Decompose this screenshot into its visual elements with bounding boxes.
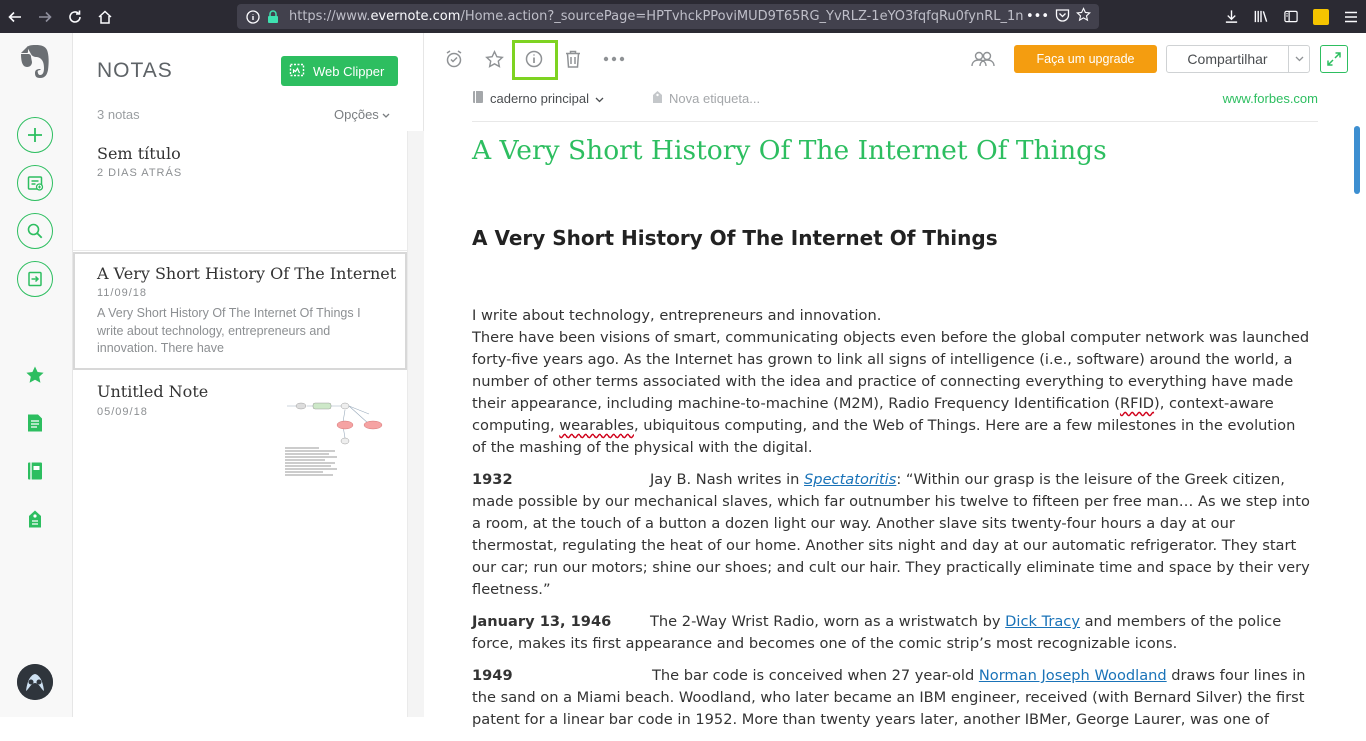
pocket-icon[interactable] [1055, 8, 1070, 26]
entry-link[interactable]: Norman Joseph Woodland [979, 667, 1167, 684]
note-title: A Very Short History Of The Internet [97, 264, 397, 283]
note-title: Untitled Note [97, 382, 209, 401]
timeline-entry: 1932 Jay B. Nash writes in Spectatoritis:… [472, 471, 1310, 598]
tag-placeholder: Nova etiqueta... [669, 91, 761, 106]
note-date: 05/09/18 [97, 406, 148, 418]
tag-input[interactable]: Nova etiqueta... [652, 90, 760, 107]
scrollbar-thumb[interactable] [1354, 126, 1360, 194]
extension-icon[interactable] [1306, 0, 1336, 33]
evernote-logo-icon[interactable] [18, 43, 52, 81]
notes-scrollbar[interactable] [407, 131, 424, 717]
bookmark-star-icon[interactable] [1076, 7, 1091, 26]
share-dropdown-chevron-icon[interactable] [1288, 45, 1310, 73]
sidebar-icon[interactable] [1276, 0, 1306, 33]
list-item[interactable]: Untitled Note 05/09/18 [73, 371, 407, 491]
article-heading: A Very Short History Of The Internet Of … [472, 226, 998, 250]
menu-icon[interactable] [1336, 0, 1366, 33]
options-dropdown[interactable]: Opções [334, 107, 390, 122]
entry-link[interactable]: Spectatoritis [804, 471, 896, 488]
delete-trash-icon[interactable] [561, 47, 585, 71]
info-icon[interactable] [243, 4, 263, 29]
note-info-icon[interactable] [522, 47, 546, 71]
chevron-down-icon [382, 107, 390, 122]
note-title: Sem título [97, 144, 181, 163]
editor-scrollbar[interactable] [1352, 126, 1366, 717]
download-icon[interactable] [1216, 0, 1246, 33]
share-button[interactable]: Compartilhar [1166, 45, 1289, 73]
shortcuts-star-icon[interactable] [17, 357, 53, 393]
notes-list-panel: NOTAS Web Clipper 3 notas Opções Sem tít… [73, 33, 424, 717]
source-url-link[interactable]: www.forbes.com [1223, 91, 1318, 106]
paragraph: I write about technology, entrepreneurs … [472, 307, 882, 324]
url-bar[interactable]: https://www.evernote.com/Home.action?_so… [237, 4, 1099, 29]
note-date: 11/09/18 [97, 287, 148, 299]
back-icon[interactable] [0, 0, 30, 33]
notebook-icon [472, 90, 484, 107]
search-icon[interactable] [17, 213, 53, 249]
entry-link[interactable]: Dick Tracy [1005, 613, 1080, 630]
web-clipper-icon [289, 63, 305, 80]
list-item[interactable]: A Very Short History Of The Internet 11/… [73, 252, 407, 370]
notes-list: Sem título 2 DIAS ATRÁS A Very Short His… [73, 131, 407, 717]
entry-year: 1949 [472, 667, 513, 684]
notebooks-icon[interactable] [17, 453, 53, 489]
options-label: Opções [334, 107, 379, 122]
tag-icon [652, 90, 663, 107]
forward-icon[interactable] [30, 0, 60, 33]
article-body: I write about technology, entrepreneurs … [472, 305, 1312, 741]
app-sidebar [0, 33, 73, 717]
notes-panel-title: NOTAS [97, 59, 173, 82]
web-clipper-label: Web Clipper [313, 63, 385, 79]
upgrade-button[interactable]: Faça um upgrade [1014, 45, 1157, 73]
entry-year: January 13, 1946 [472, 613, 612, 630]
note-title-field[interactable]: A Very Short History Of The Internet Of … [472, 135, 1107, 166]
page-actions-icon[interactable]: ••• [1026, 9, 1049, 24]
lock-icon [263, 4, 283, 29]
reload-icon[interactable] [60, 0, 90, 33]
entry-year: 1932 [472, 471, 513, 488]
notes-icon[interactable] [17, 405, 53, 441]
reminder-icon[interactable] [442, 47, 466, 71]
timeline-entry: 1949 The bar code is conceived when 27 ye… [472, 667, 1306, 728]
tags-icon[interactable] [17, 501, 53, 537]
note-date: 2 DIAS ATRÁS [97, 167, 183, 179]
work-chat-icon[interactable] [17, 261, 53, 297]
new-note-icon[interactable] [17, 117, 53, 153]
library-icon[interactable] [1246, 0, 1276, 33]
note-meta-bar: caderno principal Nova etiqueta... www.f… [472, 89, 1318, 122]
browser-toolbar: https://www.evernote.com/Home.action?_so… [0, 0, 1366, 33]
note-editor: Faça um upgrade Compartilhar caderno pri… [424, 33, 1366, 728]
notebook-label: caderno principal [490, 91, 590, 106]
note-thumbnail [285, 396, 383, 480]
expand-icon[interactable] [1320, 45, 1348, 73]
notebook-selector[interactable]: caderno principal [472, 90, 604, 107]
paragraph: There have been visions of smart, commun… [472, 329, 1310, 456]
timeline-entry: January 13, 1946 The 2-Way Wrist Radio, w… [472, 613, 1282, 652]
url-text[interactable]: https://www.evernote.com/Home.action?_so… [289, 9, 1024, 24]
spellcheck-word: wearables [559, 417, 634, 434]
work-chat-people-icon[interactable] [969, 47, 997, 71]
list-item[interactable]: Sem título 2 DIAS ATRÁS [73, 131, 407, 251]
more-actions-icon[interactable] [602, 47, 626, 71]
user-avatar[interactable] [17, 664, 53, 700]
web-clipper-button[interactable]: Web Clipper [281, 56, 398, 86]
shortcut-star-icon[interactable] [482, 47, 506, 71]
spellcheck-word: RFID [1119, 395, 1155, 412]
new-chat-icon[interactable] [17, 165, 53, 201]
chevron-down-icon [595, 91, 604, 106]
home-icon[interactable] [90, 0, 120, 33]
note-snippet: A Very Short History Of The Internet Of … [97, 306, 361, 355]
notes-count: 3 notas [97, 107, 140, 122]
